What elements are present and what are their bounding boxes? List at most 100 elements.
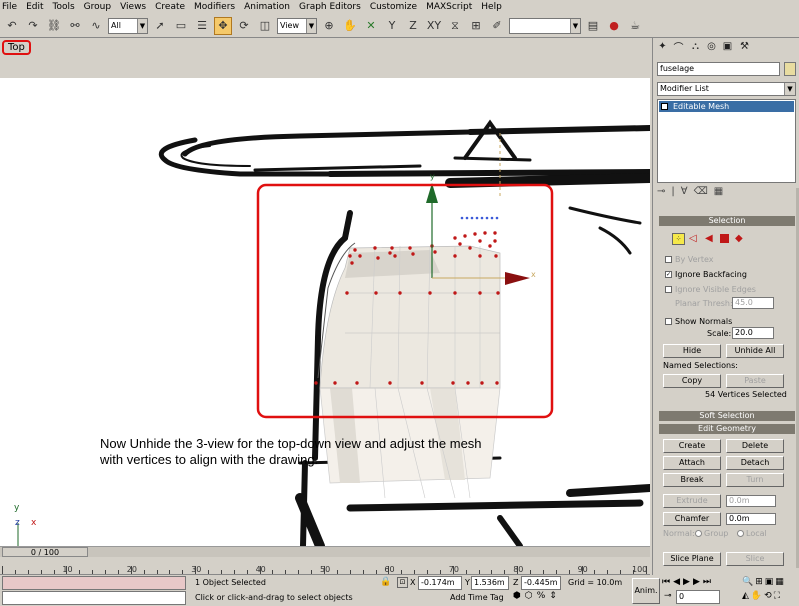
restrict-z-icon[interactable]: Z: [404, 17, 422, 35]
viewport-top[interactable]: Top y x y z x Now Unhide the 3-view for …: [0, 38, 650, 546]
stack-expand-icon[interactable]: [661, 103, 668, 110]
create-tab-icon[interactable]: ✦: [656, 40, 669, 53]
object-name-field[interactable]: fuselage: [657, 62, 780, 76]
percent-snap-icon[interactable]: %: [537, 591, 550, 601]
animate-button[interactable]: Anim.: [632, 578, 660, 604]
menu-modifiers[interactable]: Modifiers: [194, 2, 235, 12]
menu-maxscript[interactable]: MAXScript: [426, 2, 472, 12]
modifier-list-dropdown[interactable]: Modifier List ▼: [657, 82, 796, 96]
select-and-scale-icon[interactable]: ◫: [256, 17, 274, 35]
menu-animation[interactable]: Animation: [244, 2, 290, 12]
attach-button[interactable]: Attach: [663, 456, 721, 470]
face-mode-icon[interactable]: ◀: [705, 233, 713, 244]
mirror-icon[interactable]: ⧖: [446, 17, 464, 35]
display-tab-icon[interactable]: ▣: [721, 40, 734, 53]
menu-views[interactable]: Views: [120, 2, 146, 12]
viewport-canvas[interactable]: y x y z x: [0, 78, 650, 546]
time-slider-thumb[interactable]: 0 / 100: [2, 547, 88, 557]
group-radio[interactable]: [695, 530, 702, 537]
utilities-tab-icon[interactable]: ⚒: [738, 40, 751, 53]
select-and-move-icon[interactable]: ✥: [214, 16, 232, 35]
previous-frame-icon[interactable]: ◀: [673, 577, 683, 587]
ignore-visible-edges-checkbox[interactable]: [665, 286, 672, 293]
go-to-end-icon[interactable]: ⏭: [703, 577, 714, 587]
local-radio[interactable]: [737, 530, 744, 537]
select-by-name-icon[interactable]: ☰: [193, 17, 211, 35]
menu-file[interactable]: File: [2, 2, 17, 12]
named-selection-dropdown[interactable]: ▼: [509, 17, 581, 34]
extrude-spinner[interactable]: 0.0m: [726, 495, 776, 507]
y-coord-field[interactable]: 1.536m: [471, 576, 509, 590]
absolute-mode-icon[interactable]: ⊡: [397, 577, 408, 588]
angle-snap-icon[interactable]: ⬡: [525, 591, 537, 601]
break-button[interactable]: Break: [663, 473, 721, 487]
reference-coordinate-dropdown[interactable]: View ▼: [277, 17, 317, 34]
modifier-stack[interactable]: Editable Mesh: [657, 99, 796, 183]
material-editor-icon[interactable]: ▤: [584, 17, 602, 35]
modify-tab-icon[interactable]: ⌒: [672, 40, 685, 54]
next-frame-icon[interactable]: ▶: [693, 577, 703, 587]
select-and-rotate-icon[interactable]: ⟳: [235, 17, 253, 35]
select-region-icon[interactable]: ▭: [172, 17, 190, 35]
element-mode-icon[interactable]: ◆: [735, 233, 743, 244]
chamfer-spinner[interactable]: 0.0m: [726, 513, 776, 525]
pivot-center-icon[interactable]: ⊕: [320, 17, 338, 35]
unhide-all-button[interactable]: Unhide All: [726, 344, 784, 358]
slice-plane-button[interactable]: Slice Plane: [663, 552, 721, 566]
hierarchy-tab-icon[interactable]: ⛬: [689, 40, 702, 53]
edit-geometry-rollout-header[interactable]: Edit Geometry: [659, 424, 795, 434]
polygon-mode-icon[interactable]: [720, 234, 729, 243]
current-frame-field[interactable]: 0: [676, 590, 720, 604]
quick-render-icon[interactable]: ☕: [626, 17, 644, 35]
menu-edit[interactable]: Edit: [26, 2, 43, 12]
make-unique-icon[interactable]: ∀: [681, 186, 694, 197]
track-bar[interactable]: 10 20 30 40 50 60 70 80 90 100: [0, 557, 650, 575]
detach-button[interactable]: Detach: [726, 456, 784, 470]
selection-filter-dropdown[interactable]: All ▼: [108, 17, 148, 34]
menu-graph-editors[interactable]: Graph Editors: [299, 2, 361, 12]
menu-group[interactable]: Group: [84, 2, 111, 12]
named-selection-icon[interactable]: ✐: [488, 17, 506, 35]
x-coord-field[interactable]: -0.174m: [418, 576, 462, 590]
pin-stack-icon[interactable]: ⊸: [657, 186, 671, 197]
zoom-all-icon[interactable]: ⊞: [755, 577, 765, 587]
spinner-snap-icon[interactable]: ⇕: [549, 591, 561, 601]
motion-tab-icon[interactable]: ◎: [705, 40, 718, 53]
object-color-swatch[interactable]: [784, 62, 796, 76]
copy-button[interactable]: Copy: [663, 374, 721, 388]
redo-icon[interactable]: ↷: [24, 17, 42, 35]
configure-sets-icon[interactable]: ▦: [714, 186, 729, 197]
vertex-mode-icon[interactable]: ⁘: [672, 233, 685, 245]
delete-button[interactable]: Delete: [726, 439, 784, 453]
manipulate-icon[interactable]: ✋: [341, 17, 359, 35]
field-of-view-icon[interactable]: ◭: [742, 591, 751, 601]
key-mode-icon[interactable]: ⊸: [664, 591, 672, 601]
hide-button[interactable]: Hide: [663, 344, 721, 358]
z-coord-field[interactable]: -0.445m: [521, 576, 561, 590]
restrict-y-icon[interactable]: Y: [383, 17, 401, 35]
viewport-label[interactable]: Top: [2, 40, 31, 55]
lock-selection-icon[interactable]: 🔒: [380, 577, 391, 587]
by-vertex-checkbox[interactable]: [665, 256, 672, 263]
maxscript-listener-mini[interactable]: [2, 576, 186, 590]
ignore-backfacing-checkbox[interactable]: ✓: [665, 271, 672, 278]
link-icon[interactable]: ⛓: [45, 17, 63, 35]
paste-button[interactable]: Paste: [726, 374, 784, 388]
maximize-viewport-icon[interactable]: ⛶: [774, 591, 782, 601]
undo-icon[interactable]: ↶: [3, 17, 21, 35]
restrict-x-icon[interactable]: ✕: [362, 17, 380, 35]
zoom-icon[interactable]: 🔍: [742, 577, 755, 587]
play-icon[interactable]: ▶: [683, 577, 693, 587]
add-time-tag-button[interactable]: Add Time Tag: [450, 592, 504, 604]
create-button[interactable]: Create: [663, 439, 721, 453]
turn-button[interactable]: Turn: [726, 473, 784, 487]
scale-spinner[interactable]: 20.0: [732, 327, 774, 339]
edge-mode-icon[interactable]: ◁: [689, 233, 697, 244]
menu-help[interactable]: Help: [481, 2, 502, 12]
restrict-xy-icon[interactable]: XY: [425, 17, 443, 35]
zoom-extents-all-icon[interactable]: ▦: [775, 577, 786, 587]
bind-space-warp-icon[interactable]: ∿: [87, 17, 105, 35]
menu-create[interactable]: Create: [155, 2, 185, 12]
go-to-start-icon[interactable]: ⏮: [662, 577, 673, 587]
pan-icon[interactable]: ✋: [751, 591, 764, 601]
